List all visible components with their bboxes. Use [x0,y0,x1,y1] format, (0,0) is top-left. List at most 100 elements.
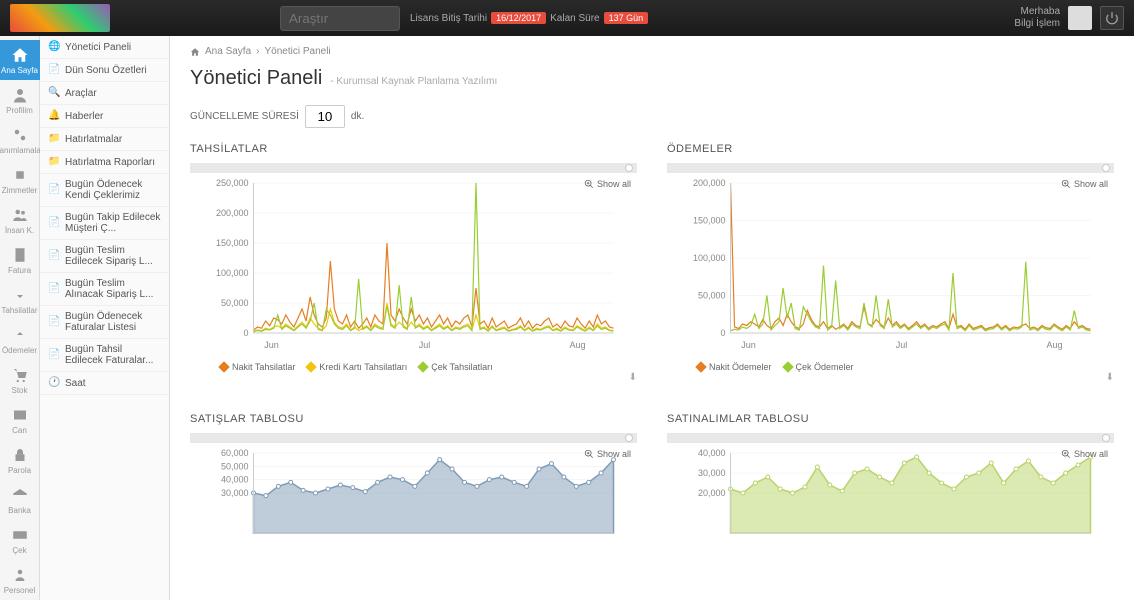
svg-text:100,000: 100,000 [216,268,249,278]
info-icon[interactable] [625,164,633,172]
avatar[interactable] [1068,6,1092,30]
menu-item-label: Hatırlatmalar [65,134,122,145]
refresh-input[interactable] [305,105,345,128]
svg-text:150,000: 150,000 [693,216,726,226]
nav-personel[interactable]: Personel [0,560,40,600]
menu-item[interactable]: 📄Dün Sonu Özetleri [40,59,169,82]
menu-item[interactable]: 📄Bugün Ödenecek Kendi Çeklerimiz [40,174,169,207]
svg-text:Aug: Aug [1046,340,1062,350]
nav-home[interactable]: Ana Sayfa [0,40,40,80]
menu-item[interactable]: 📄Bugün Takip Edilecek Müşteri Ç... [40,207,169,240]
license-info: Lisans Bitiş Tarihi 16/12/2017 Kalan Sür… [410,12,648,24]
legend-label: Çek Tahsilatları [431,362,492,372]
svg-text:100,000: 100,000 [693,253,726,263]
chart-satislar: 30,00040,00050,00060,000 [190,443,637,553]
nav-parola[interactable]: Parola [0,440,40,480]
globe-icon: 🌐 [48,41,60,53]
content-area: Ana Sayfa › Yönetici Paneli Yönetici Pan… [170,36,1134,600]
defs-icon [11,126,29,144]
chart-legend: Nakit Ödemeler Çek Ödemeler [667,362,1114,372]
show-all-button[interactable]: Show all [584,179,631,189]
nav-tahsilat[interactable]: Tahsilatlar [0,280,40,320]
menu-item-label: Haberler [65,111,103,122]
logo [10,4,110,32]
menu-item-label: Saat [65,378,86,389]
menu-item-label: Hatırlatma Raporları [65,157,155,168]
search-icon: 🔍 [48,87,60,99]
info-icon[interactable] [625,434,633,442]
zoom-icon [1061,179,1071,189]
refresh-row: GÜNCELLEME SÜRESİ dk. [190,105,1114,128]
home-icon [11,46,29,64]
menu-item[interactable]: 📄Bugün Tahsil Edilecek Faturalar... [40,339,169,372]
nav-odeme[interactable]: Ödemeler [0,320,40,360]
user-name: Bilgi İşlem [1014,18,1060,30]
menu-item[interactable]: 📄Bugün Teslim Alınacak Sipariş L... [40,273,169,306]
nav-profile[interactable]: Profilim [0,80,40,120]
menu-item[interactable]: 📄Bugün Teslim Edilecek Sipariş L... [40,240,169,273]
menu-item[interactable]: 📁Hatırlatma Raporları [40,151,169,174]
zoom-icon [584,449,594,459]
menu-item[interactable]: 🔔 Haberler [40,105,169,128]
show-all-button[interactable]: Show all [1061,449,1108,459]
page-title-text: Yönetici Paneli [190,67,322,90]
svg-text:30,000: 30,000 [221,488,249,498]
svg-text:0: 0 [720,328,725,338]
chart-tahsilatlar: 050,000100,000150,000200,000250,000JunJu… [190,173,637,353]
legend-item[interactable]: Nakit Tahsilatlar [220,362,295,372]
menu-item-label: Araçlar [65,88,97,99]
menu-item-label: Bugün Teslim Alınacak Sipariş L... [65,278,161,300]
nav-fatura[interactable]: Fatura [0,240,40,280]
info-icon[interactable] [1102,164,1110,172]
power-button[interactable] [1100,6,1124,30]
svg-text:40,000: 40,000 [698,448,726,458]
doc-icon: 📄 [48,217,60,229]
chart-legend: Nakit Tahsilatlar Kredi Kartı Tahsilatlar… [190,362,637,372]
svg-text:40,000: 40,000 [221,475,249,485]
legend-item[interactable]: Kredi Kartı Tahsilatları [307,362,407,372]
nav-cek[interactable]: Çek [0,520,40,560]
insan-icon [11,206,29,224]
svg-text:Jul: Jul [896,340,908,350]
chart-toolbar [667,163,1114,173]
legend-label: Nakit Ödemeler [709,362,772,372]
legend-marker [418,361,429,372]
legend-item[interactable]: Çek Ödemeler [784,362,854,372]
info-icon[interactable] [1102,434,1110,442]
folder-icon: 📁 [48,133,60,145]
menu-item-label: Bugün Ödenecek Kendi Çeklerimiz [65,179,161,201]
download-icon[interactable]: ⬇ [629,372,637,383]
menu-item[interactable]: 📁 Hatırlatmalar [40,128,169,151]
legend-marker [695,361,706,372]
legend-marker [218,361,229,372]
nav-zimmet[interactable]: Zimmetler [0,160,40,200]
breadcrumb-home[interactable]: Ana Sayfa [205,46,251,57]
download-icon[interactable]: ⬇ [1106,372,1114,383]
nav-defs[interactable]: Tanımlamalar [0,120,40,160]
menu-item[interactable]: 🕐Saat [40,372,169,395]
nav-stok[interactable]: Stok [0,360,40,400]
menu-item[interactable]: 📄Bugün Ödenecek Faturalar Listesi [40,306,169,339]
search-input[interactable] [280,6,400,31]
cek-icon [11,526,29,544]
nav-insan[interactable]: İnsan K. [0,200,40,240]
zimmet-icon [11,166,29,184]
legend-item[interactable]: Nakit Ödemeler [697,362,772,372]
license-date-badge: 16/12/2017 [491,12,546,24]
bell-icon: 🔔 [48,110,60,122]
show-all-button[interactable]: Show all [1061,179,1108,189]
legend-item[interactable]: Çek Tahsilatları [419,362,492,372]
chart-panel-odemeler: ÖDEMELER Show all 050,000100,000150,0002… [667,143,1114,383]
nav-can[interactable]: Can [0,400,40,440]
stok-icon [11,366,29,384]
nav-banka[interactable]: Banka [0,480,40,520]
svg-text:0: 0 [243,328,248,338]
menu-item[interactable]: 🔍 Araçlar [40,82,169,105]
show-all-button[interactable]: Show all [584,449,631,459]
breadcrumb-current: Yönetici Paneli [265,46,331,57]
svg-text:250,000: 250,000 [216,178,249,188]
chart-panel-satislar: SATIŞLAR TABLOSU Show all 30,00040,00050… [190,413,637,556]
svg-text:200,000: 200,000 [693,178,726,188]
legend-marker [782,361,793,372]
menu-item[interactable]: 🌐Yönetici Paneli [40,36,169,59]
